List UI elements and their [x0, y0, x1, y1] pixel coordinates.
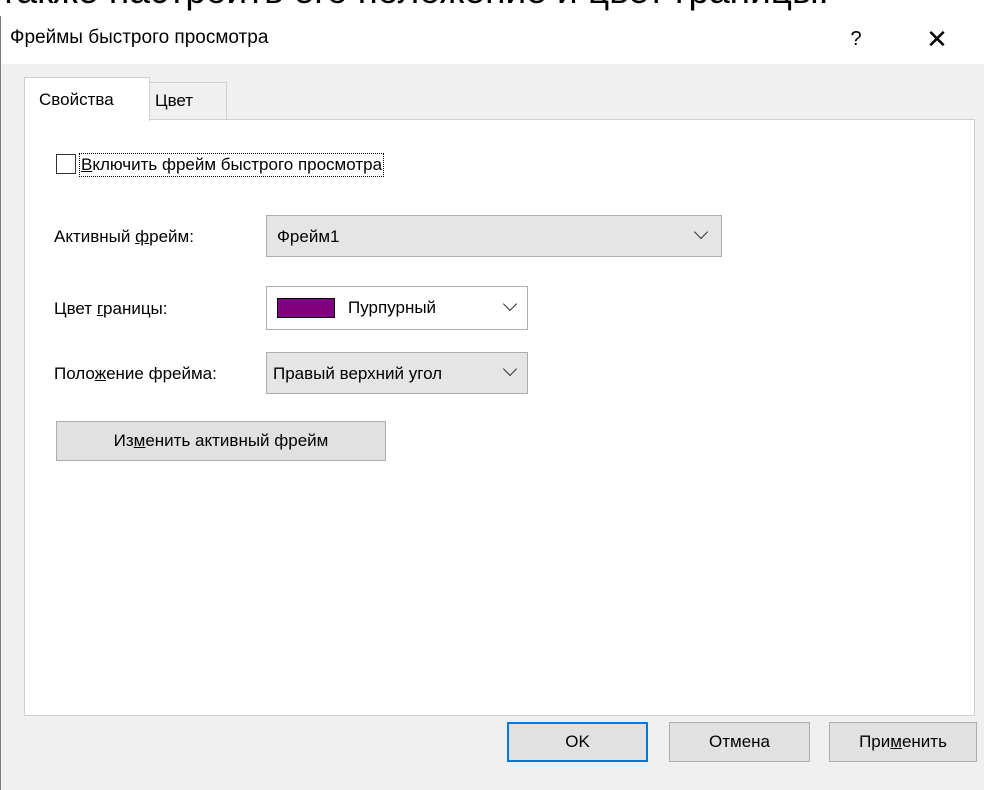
close-icon[interactable]: ✕ [917, 22, 957, 56]
cancel-button[interactable]: Отмена [669, 722, 810, 762]
active-frame-select[interactable]: Фрейм1 [266, 215, 722, 257]
background-page-text: также настроить его положение и цвет гра… [0, 0, 984, 16]
tab-color[interactable]: Цвет [149, 82, 227, 120]
border-color-select[interactable]: Пурпурный [266, 286, 528, 330]
enable-frame-label[interactable]: Включить фрейм быстрого просмотра [79, 153, 385, 177]
dialog-title: Фреймы быстрого просмотра [10, 27, 269, 48]
help-button[interactable]: ? [839, 22, 873, 56]
active-frame-label: Активный фрейм: [54, 227, 194, 246]
border-color-label: Цвет границы: [54, 299, 168, 318]
tab-color-label: Цвет [155, 91, 194, 110]
frame-position-select[interactable]: Правый верхний угол [266, 352, 528, 394]
tab-properties[interactable]: Свойства [24, 77, 150, 121]
frame-position-value: Правый верхний угол [273, 364, 443, 383]
properties-panel: Включить фрейм быстрого просмотра Активн… [24, 119, 975, 716]
border-color-value: Пурпурный [348, 298, 437, 317]
apply-button[interactable]: Применить [829, 722, 977, 762]
title-bar: Фреймы быстрого просмотра ? ✕ [1, 16, 984, 64]
active-frame-value: Фрейм1 [277, 227, 340, 246]
color-swatch [277, 298, 335, 318]
tab-properties-label: Свойства [39, 90, 114, 109]
chevron-down-icon [502, 296, 518, 312]
enable-frame-checkbox[interactable] [56, 154, 76, 174]
quick-view-frames-dialog: Фреймы быстрого просмотра ? ✕ Свойства Ц… [0, 16, 984, 790]
chevron-down-icon [502, 361, 518, 377]
frame-position-label: Положение фрейма: [54, 364, 217, 383]
change-active-frame-button[interactable]: Изменить активный фрейм [56, 421, 386, 461]
ok-button[interactable]: OK [507, 722, 648, 762]
chevron-down-icon [693, 224, 709, 240]
